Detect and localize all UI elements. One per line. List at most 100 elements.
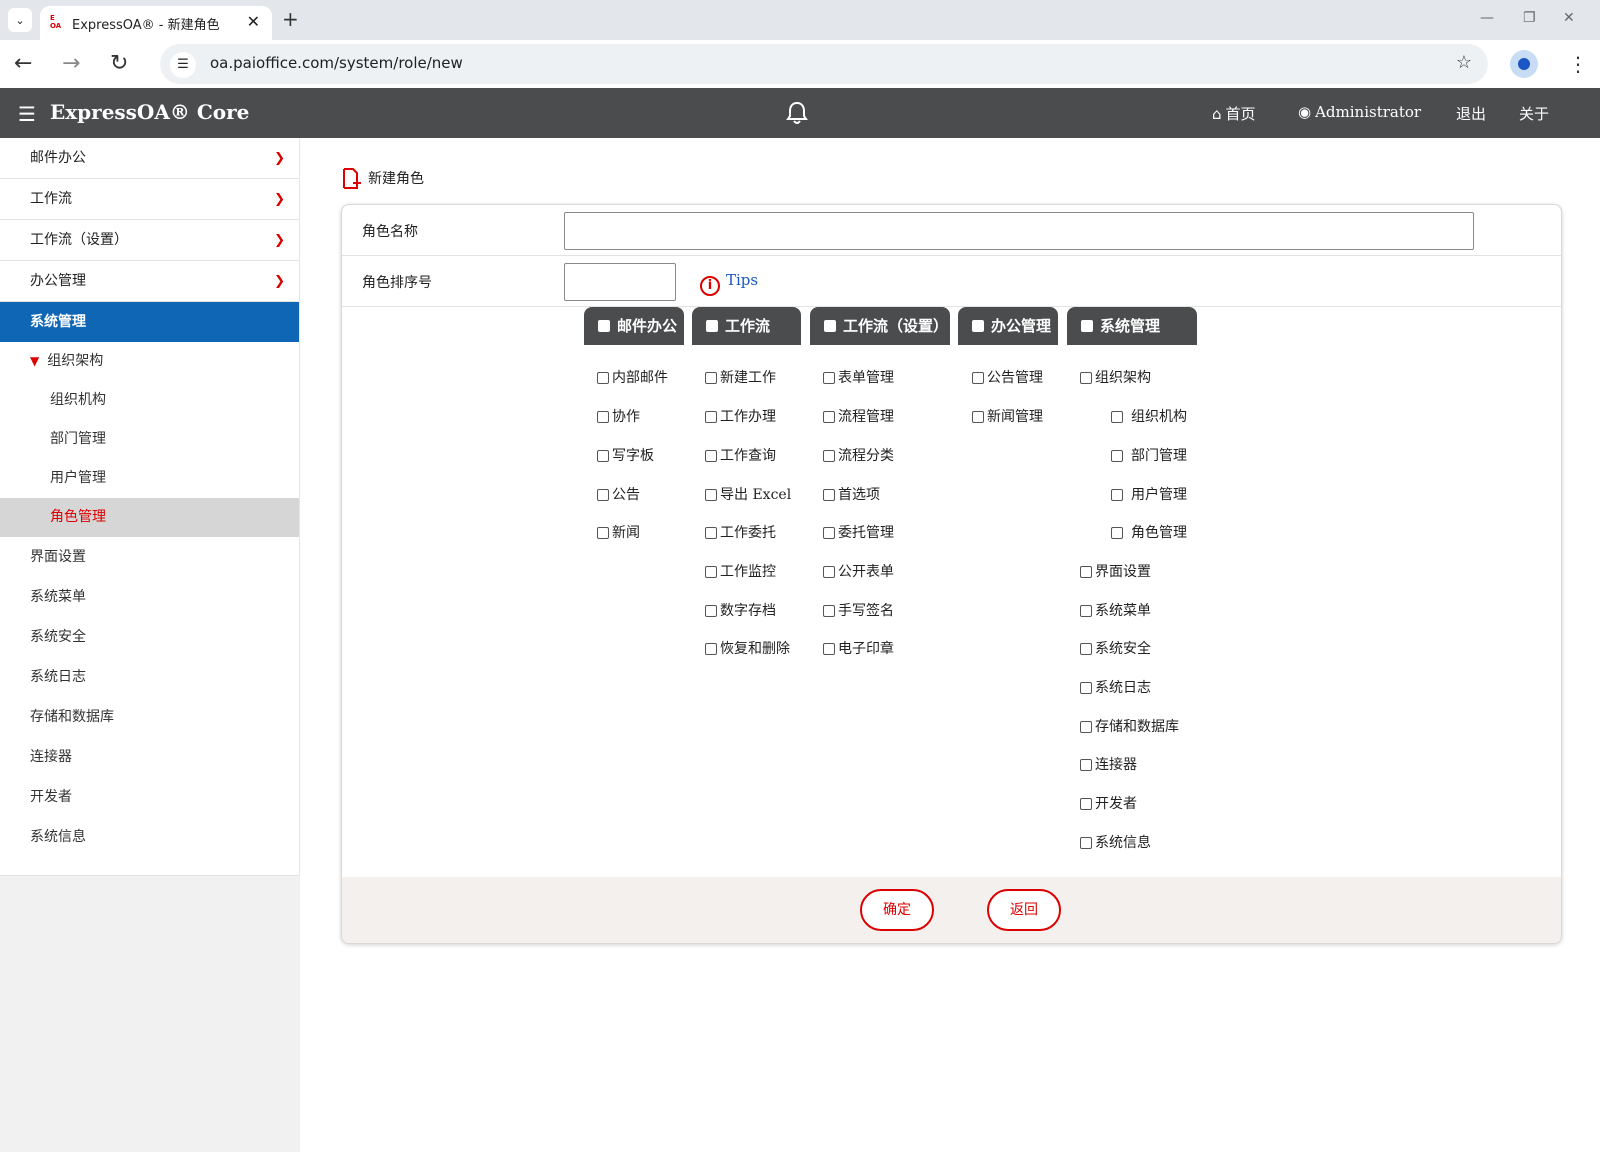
permission-checkbox[interactable] (705, 566, 717, 578)
sidebar-item-ui-settings[interactable]: 界面设置 (0, 537, 299, 577)
sidebar-item-roles[interactable]: 角色管理 (0, 498, 299, 537)
permission-checkbox[interactable] (705, 605, 717, 617)
restore-icon[interactable]: ❐ (1523, 10, 1536, 26)
sidebar-item-storage[interactable]: 存储和数据库 (0, 697, 299, 737)
permission-option[interactable]: 组织架构 (1080, 369, 1151, 387)
sidebar-item-system-menu[interactable]: 系统菜单 (0, 577, 299, 617)
module-header[interactable]: 工作流 (692, 307, 801, 345)
permission-option[interactable]: 系统菜单 (1080, 602, 1151, 620)
permission-option[interactable]: 开发者 (1080, 795, 1137, 813)
permission-checkbox[interactable] (597, 372, 609, 384)
permission-option[interactable]: 工作办理 (705, 408, 776, 426)
permission-option[interactable]: 系统信息 (1080, 834, 1151, 852)
tab-search-button[interactable]: ⌄ (8, 8, 32, 32)
module-header[interactable]: 工作流（设置） (810, 307, 950, 345)
reload-icon[interactable]: ↻ (110, 51, 128, 76)
sidebar-item-office[interactable]: 办公管理 ❯ (0, 261, 299, 302)
permission-option[interactable]: 内部邮件 (597, 369, 668, 387)
bell-icon[interactable] (786, 101, 808, 125)
window-close-icon[interactable]: ✕ (1563, 10, 1575, 26)
hamburger-menu-icon[interactable]: ☰ (18, 102, 36, 126)
permission-checkbox[interactable] (823, 605, 835, 617)
site-settings-icon[interactable]: ☰ (170, 52, 196, 78)
confirm-button[interactable]: 确定 (860, 889, 934, 931)
permission-checkbox[interactable] (1080, 721, 1092, 733)
permission-option[interactable]: 流程管理 (823, 408, 894, 426)
sidebar-item-developer[interactable]: 开发者 (0, 777, 299, 817)
sidebar-item-departments[interactable]: 部门管理 (0, 420, 299, 459)
permission-option[interactable]: 委托管理 (823, 524, 894, 542)
new-tab-button[interactable]: + (282, 7, 299, 31)
permission-checkbox[interactable] (1080, 759, 1092, 771)
module-select-all-checkbox[interactable] (598, 320, 610, 332)
permission-option[interactable]: 流程分类 (823, 447, 894, 465)
module-header[interactable]: 办公管理 (958, 307, 1058, 345)
permission-checkbox[interactable] (972, 411, 984, 423)
permission-option[interactable]: 组织机构 (1111, 408, 1187, 426)
forward-icon[interactable]: → (62, 51, 80, 76)
sidebar-group-org[interactable]: ▼ 组织架构 (0, 342, 299, 381)
permission-option[interactable]: 数字存档 (705, 602, 776, 620)
sidebar-item-system-info[interactable]: 系统信息 (0, 817, 299, 857)
permission-option[interactable]: 表单管理 (823, 369, 894, 387)
permission-checkbox[interactable] (597, 450, 609, 462)
permission-option[interactable]: 协作 (597, 408, 640, 426)
module-select-all-checkbox[interactable] (706, 320, 718, 332)
nav-about[interactable]: 关于 (1519, 103, 1549, 124)
permission-checkbox[interactable] (705, 411, 717, 423)
module-header[interactable]: 邮件办公 (584, 307, 684, 345)
permission-checkbox[interactable] (597, 527, 609, 539)
sidebar-item-users[interactable]: 用户管理 (0, 459, 299, 498)
permission-option[interactable]: 工作委托 (705, 524, 776, 542)
permission-checkbox[interactable] (1111, 450, 1123, 462)
tips-link[interactable]: i Tips (700, 271, 758, 296)
permission-option[interactable]: 公告管理 (972, 369, 1043, 387)
permission-checkbox[interactable] (972, 372, 984, 384)
permission-checkbox[interactable] (1111, 527, 1123, 539)
permission-option[interactable]: 恢复和删除 (705, 640, 790, 658)
permission-checkbox[interactable] (1111, 489, 1123, 501)
module-select-all-checkbox[interactable] (824, 320, 836, 332)
url-text[interactable]: oa.paioffice.com/system/role/new (210, 54, 463, 72)
permission-checkbox[interactable] (1080, 798, 1092, 810)
nav-user[interactable]: ◉ Administrator (1298, 103, 1421, 121)
permission-checkbox[interactable] (705, 527, 717, 539)
module-select-all-checkbox[interactable] (972, 320, 984, 332)
permission-option[interactable]: 工作查询 (705, 447, 776, 465)
permission-checkbox[interactable] (823, 527, 835, 539)
permission-option[interactable]: 连接器 (1080, 756, 1137, 774)
module-header[interactable]: 系统管理 (1067, 307, 1197, 345)
permission-checkbox[interactable] (705, 450, 717, 462)
permission-checkbox[interactable] (823, 372, 835, 384)
permission-checkbox[interactable] (597, 411, 609, 423)
minimize-icon[interactable]: — (1480, 10, 1494, 26)
permission-checkbox[interactable] (823, 489, 835, 501)
permission-checkbox[interactable] (1111, 411, 1123, 423)
sidebar-item-org-unit[interactable]: 组织机构 (0, 381, 299, 420)
permission-checkbox[interactable] (705, 643, 717, 655)
tab-close-icon[interactable]: ✕ (247, 12, 260, 31)
permission-option[interactable]: 公开表单 (823, 563, 894, 581)
permission-option[interactable]: 系统安全 (1080, 640, 1151, 658)
sidebar-item-connectors[interactable]: 连接器 (0, 737, 299, 777)
permission-option[interactable]: 新闻管理 (972, 408, 1043, 426)
permission-option[interactable]: 手写签名 (823, 602, 894, 620)
role-order-input[interactable] (564, 263, 676, 301)
sidebar-item-workflow[interactable]: 工作流 ❯ (0, 179, 299, 220)
permission-checkbox[interactable] (823, 411, 835, 423)
permission-option[interactable]: 界面设置 (1080, 563, 1151, 581)
sidebar-item-workflow-settings[interactable]: 工作流（设置） ❯ (0, 220, 299, 261)
permission-option[interactable]: 公告 (597, 486, 640, 504)
permission-option[interactable]: 首选项 (823, 486, 880, 504)
permission-checkbox[interactable] (1080, 372, 1092, 384)
permission-checkbox[interactable] (705, 489, 717, 501)
permission-option[interactable]: 电子印章 (823, 640, 894, 658)
permission-option[interactable]: 导出 Excel (705, 486, 791, 504)
role-name-input[interactable] (564, 212, 1474, 250)
permission-option[interactable]: 写字板 (597, 447, 654, 465)
bookmark-star-icon[interactable]: ☆ (1456, 52, 1472, 73)
nav-home[interactable]: ⌂ 首页 (1212, 103, 1256, 124)
back-button[interactable]: 返回 (987, 889, 1061, 931)
address-bar[interactable]: ☰ oa.paioffice.com/system/role/new ☆ (160, 44, 1488, 84)
permission-option[interactable]: 系统日志 (1080, 679, 1151, 697)
